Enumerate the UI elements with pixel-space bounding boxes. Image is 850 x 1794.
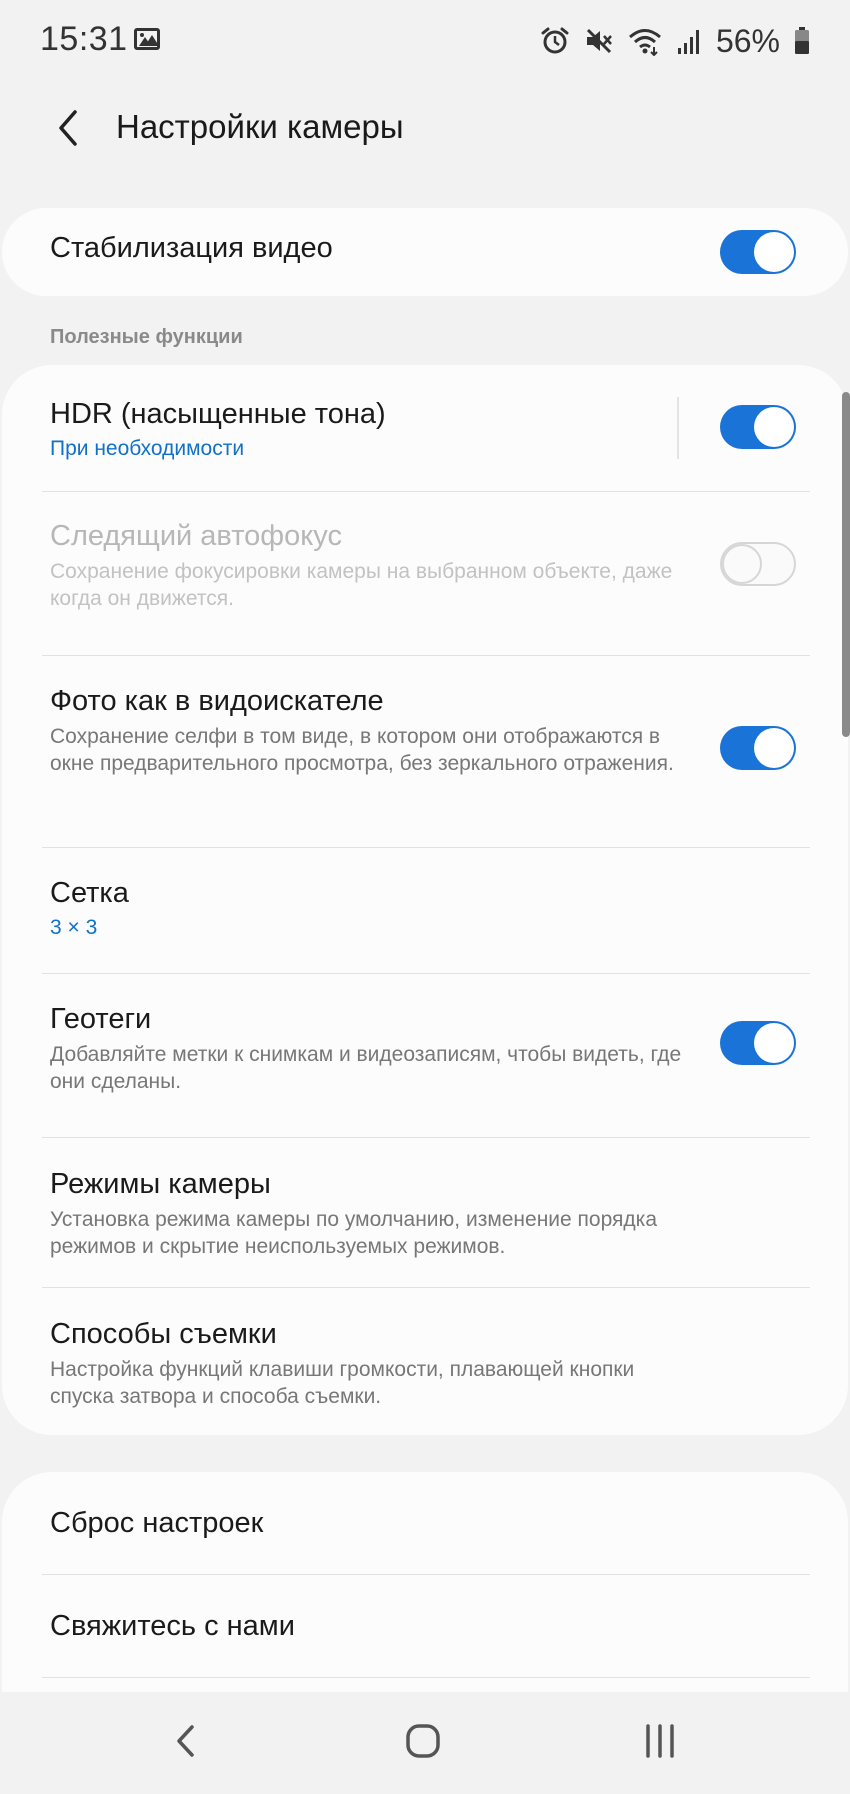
contact-us-label: Свяжитесь с нами <box>50 1610 295 1642</box>
back-nav-icon <box>177 1725 194 1757</box>
setting-geotags[interactable]: Геотеги Добавляйте метки к снимкам и вид… <box>2 974 848 1138</box>
setting-title: Сетка <box>50 877 129 909</box>
navigation-bar <box>0 1692 850 1794</box>
video-stabilization-card[interactable]: Стабилизация видео <box>2 208 848 296</box>
tracking-autofocus-toggle[interactable] <box>720 542 796 586</box>
geotags-toggle[interactable] <box>720 1021 796 1065</box>
setting-title: Фото как в видоискателе <box>50 685 384 717</box>
setting-subtitle: При необходимости <box>50 437 245 460</box>
battery-icon <box>794 27 810 55</box>
setting-title: Режимы камеры <box>50 1168 271 1200</box>
gallery-icon <box>134 28 160 50</box>
home-nav-icon <box>406 1724 440 1758</box>
setting-title: HDR (насыщенные тона) <box>50 398 386 430</box>
contact-us-item[interactable]: Свяжитесь с нами <box>2 1575 848 1677</box>
setting-subtitle: Сохранение фокусировки камеры на выбранн… <box>50 560 673 610</box>
setting-title: Способы съемки <box>50 1318 277 1350</box>
mute-icon <box>584 26 614 56</box>
status-icons: 56% <box>540 20 810 62</box>
page-title: Настройки камеры <box>116 108 404 145</box>
status-bar: 15:31 56% <box>0 0 850 84</box>
nav-back-button[interactable] <box>155 1716 215 1766</box>
setting-subtitle: Настройка функций клавиши громкости, пла… <box>50 1358 635 1408</box>
support-card: Сброс настроек Свяжитесь с нами <box>2 1472 848 1692</box>
save-as-previewed-toggle[interactable] <box>720 726 796 770</box>
setting-grid[interactable]: Сетка 3 × 3 <box>2 848 848 973</box>
alarm-icon <box>540 26 570 56</box>
hdr-toggle[interactable] <box>720 405 796 449</box>
setting-tracking-autofocus[interactable]: Следящий автофокус Сохранение фокусировк… <box>2 492 848 655</box>
useful-features-card: HDR (насыщенные тона) При необходимости … <box>2 365 848 1435</box>
reset-settings-label: Сброс настроек <box>50 1507 264 1539</box>
setting-shooting-methods[interactable]: Способы съемки Настройка функций клавиши… <box>2 1288 848 1435</box>
nav-home-button[interactable] <box>393 1716 453 1766</box>
app-header: Настройки камеры <box>0 84 850 174</box>
setting-subtitle: Добавляйте метки к снимкам и видеозапися… <box>50 1043 682 1093</box>
setting-hdr[interactable]: HDR (насыщенные тона) При необходимости <box>2 365 848 491</box>
setting-save-as-previewed[interactable]: Фото как в видоискателе Сохранение селфи… <box>2 656 848 847</box>
recents-nav-icon <box>646 1724 674 1758</box>
scrollbar[interactable] <box>842 392 850 737</box>
section-header: Полезные функции <box>50 326 243 348</box>
vertical-divider <box>677 397 679 459</box>
setting-subtitle: Установка режима камеры по умолчанию, из… <box>50 1208 658 1258</box>
back-button[interactable] <box>42 102 94 154</box>
nav-recents-button[interactable] <box>630 1716 690 1766</box>
setting-camera-modes[interactable]: Режимы камеры Установка режима камеры по… <box>2 1138 848 1288</box>
video-stabilization-title: Стабилизация видео <box>50 232 333 264</box>
setting-subtitle: Сохранение селфи в том виде, в котором о… <box>50 725 674 775</box>
setting-title: Геотеги <box>50 1003 152 1035</box>
reset-settings-item[interactable]: Сброс настроек <box>2 1472 848 1574</box>
setting-title: Следящий автофокус <box>50 520 342 552</box>
divider <box>42 1677 810 1678</box>
battery-percent: 56% <box>715 22 780 59</box>
setting-subtitle: 3 × 3 <box>50 916 98 939</box>
wifi-icon <box>628 26 662 56</box>
status-time: 15:31 <box>40 20 128 58</box>
back-arrow-icon <box>59 110 77 146</box>
video-stabilization-toggle[interactable] <box>720 230 796 274</box>
signal-icon <box>676 26 702 56</box>
